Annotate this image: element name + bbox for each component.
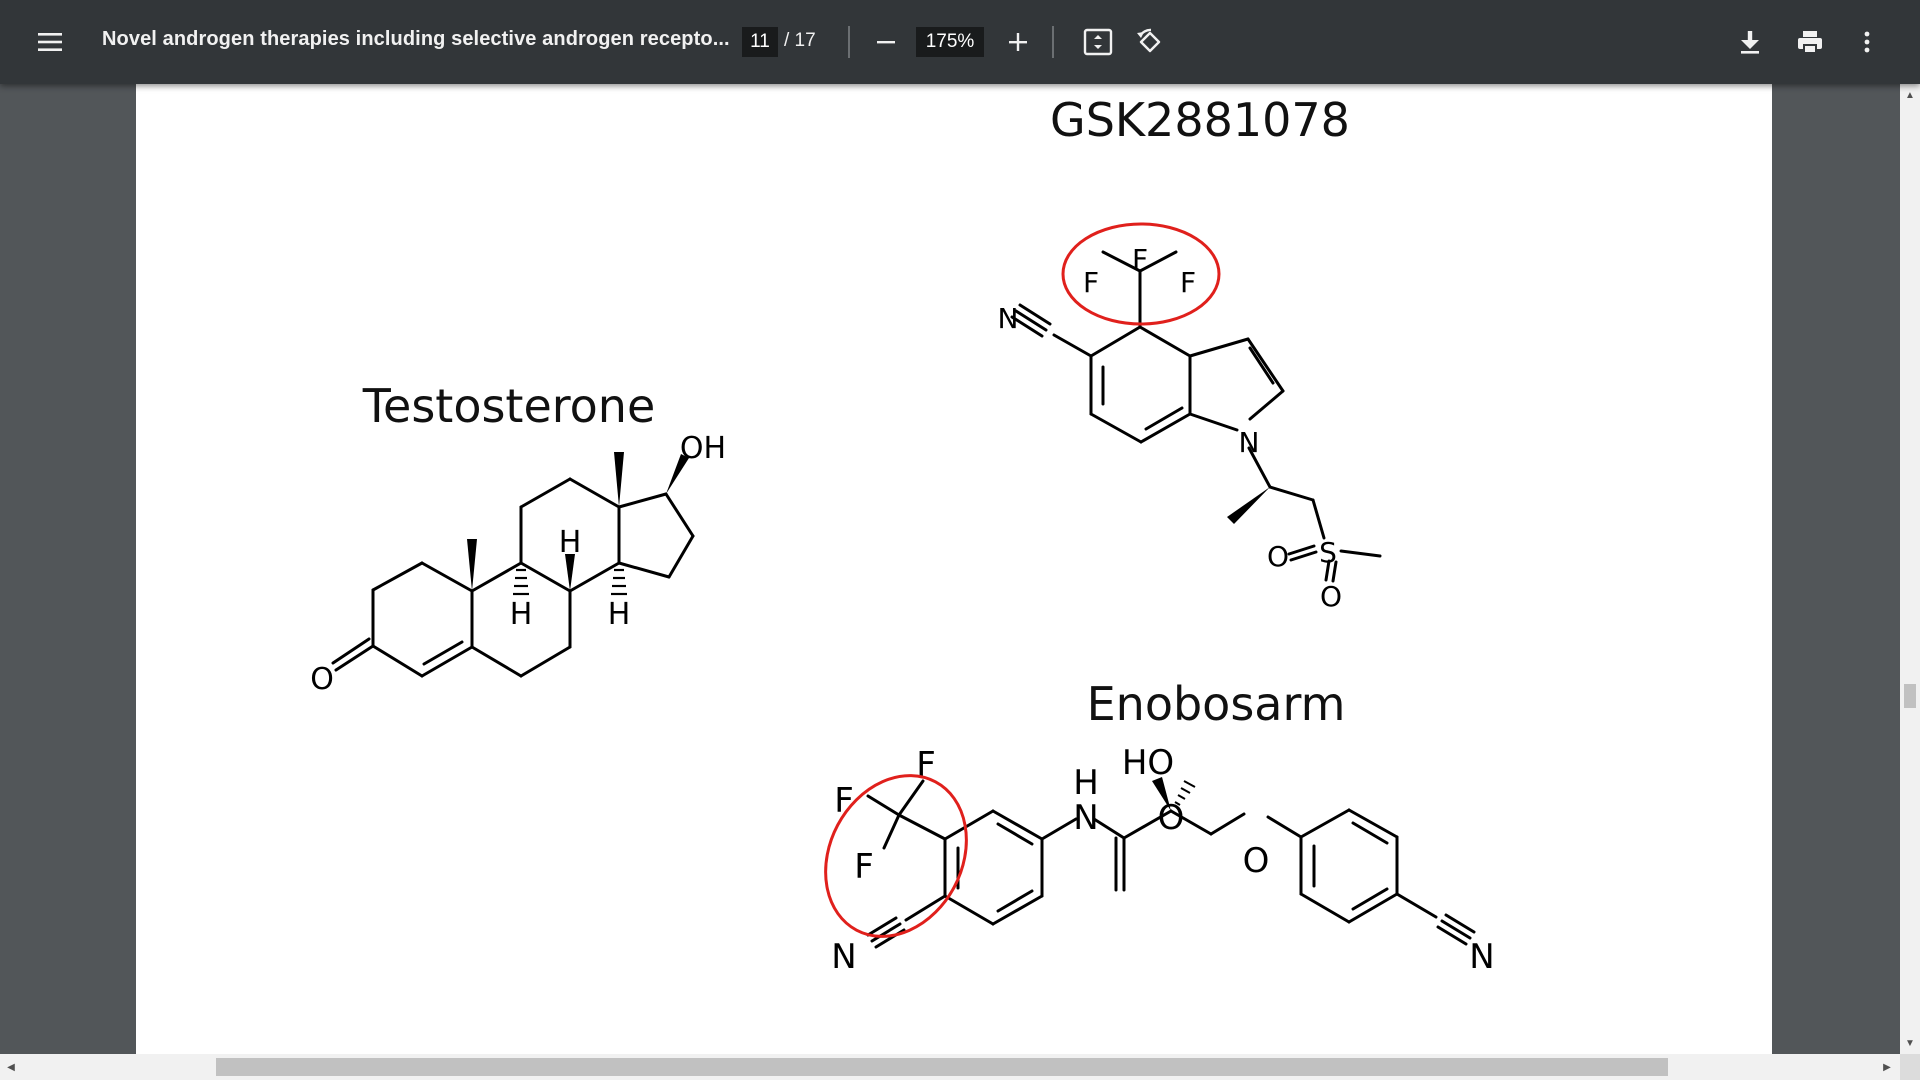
zoom-level-input[interactable]: 175% [916,27,984,57]
page-number-input[interactable]: 11 [742,27,778,57]
molecule-title-enobosarm: Enobosarm [1087,677,1346,731]
toolbar-divider [848,26,850,58]
horizontal-scroll-thumb[interactable] [216,1058,1668,1076]
atom-label: OH [680,431,726,466]
pdf-viewer[interactable]: F F F N N S O O O OH H H H F F F N H N O… [0,84,1900,1054]
toolbar-divider [1052,26,1054,58]
fit-page-icon [1083,28,1113,56]
atom-label: N [998,302,1019,335]
atom-label: HO [1122,743,1174,783]
more-options-button[interactable] [1852,24,1882,60]
atom-label: N [1469,937,1494,977]
atom-label: O [310,662,334,697]
pdf-page: F F F N N S O O O OH H H H F F F N H N O… [136,84,1772,1054]
zoom-in-icon [1009,33,1027,51]
atom-label: O [1158,798,1185,838]
vertical-scrollbar[interactable]: ▲ ▼ [1900,84,1920,1054]
document-title: Novel androgen therapies including selec… [102,28,730,50]
atom-label: F [1180,266,1196,299]
vertical-scroll-thumb[interactable] [1904,684,1916,708]
atom-label: F [1083,266,1099,299]
print-button[interactable] [1790,24,1830,60]
atom-label: H [1073,763,1099,803]
scrollbar-corner [1900,1054,1920,1080]
print-icon [1798,31,1822,53]
more-vert-icon [1864,31,1870,53]
atom-label: N [831,937,856,977]
atom-label: N [1073,798,1098,838]
atom-label: S [1319,536,1337,569]
zoom-in-button[interactable] [1002,26,1034,58]
zoom-out-icon [877,41,895,44]
menu-icon[interactable] [32,26,68,58]
download-button[interactable] [1732,24,1768,60]
atom-label: O [1267,540,1289,573]
cf3-highlight-circle [824,774,968,938]
download-icon [1741,31,1759,54]
molecule-title-testosterone: Testosterone [362,379,656,433]
atom-label: F [1132,243,1148,276]
zoom-out-button[interactable] [870,26,902,58]
rotate-icon [1137,28,1161,53]
scroll-left-arrow[interactable]: ◀ [2,1054,20,1080]
scroll-down-arrow[interactable]: ▼ [1900,1034,1920,1052]
atom-label: H [510,597,533,632]
atom-label: N [1239,426,1260,459]
molecule-title-gsk: GSK2881078 [1050,93,1350,147]
fit-page-button[interactable] [1080,24,1116,60]
page-total: / 17 [784,30,816,51]
rotate-button[interactable] [1132,24,1168,60]
scroll-right-arrow[interactable]: ▶ [1878,1054,1896,1080]
chemical-structures-figure: F F F N N S O O O OH H H H F F F N H N O… [310,93,1495,977]
pdf-toolbar: Novel androgen therapies including selec… [0,0,1920,84]
scroll-up-arrow[interactable]: ▲ [1900,86,1920,104]
atom-label: H [559,525,582,560]
atom-label: H [608,597,631,632]
atom-label: F [854,847,874,887]
atom-label: O [1320,580,1342,613]
horizontal-scrollbar[interactable]: ◀ ▶ [0,1054,1900,1080]
atom-label: O [1243,841,1270,881]
